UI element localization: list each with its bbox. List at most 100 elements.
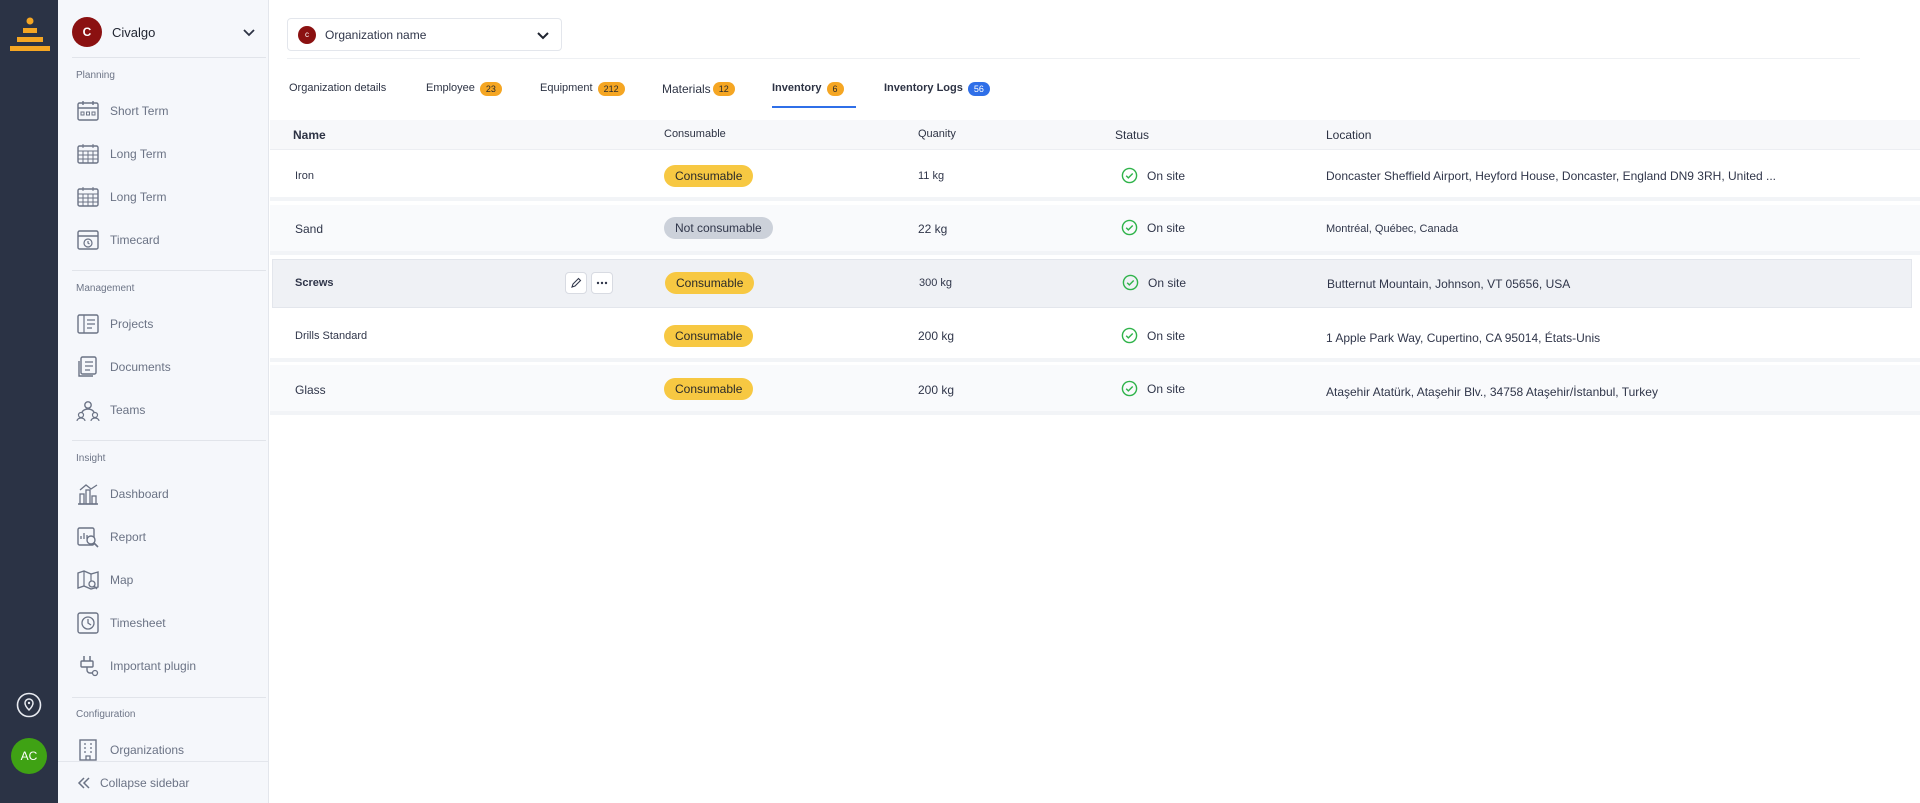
collapse-sidebar-label: Collapse sidebar — [100, 775, 190, 790]
table-row[interactable]: Glass Consumable 200 kg On site Ataşehir… — [270, 365, 1920, 415]
tab-materials[interactable]: Materials 12 — [662, 82, 735, 108]
sidebar-item-label: Report — [110, 530, 147, 544]
sidebar-divider — [72, 57, 266, 58]
sidebar-divider — [72, 697, 266, 698]
sidebar-item-label: Long Term — [110, 190, 167, 204]
tab-equipment[interactable]: Equipment 212 — [540, 82, 625, 108]
tab-employee[interactable]: Employee 23 — [426, 82, 502, 108]
sidebar-item-projects[interactable]: Projects — [76, 310, 256, 338]
row-quantity: 200 kg — [918, 329, 955, 343]
section-label-insight: Insight — [76, 453, 106, 464]
row-name: Glass — [295, 383, 326, 397]
section-label-management: Management — [76, 283, 135, 294]
tab-label: Inventory Logs — [884, 82, 963, 94]
user-avatar[interactable]: AC — [11, 738, 47, 774]
edit-button[interactable] — [565, 272, 587, 294]
organization-select[interactable]: c Organization name — [287, 18, 562, 51]
sidebar-divider — [72, 440, 266, 441]
section-label-planning: Planning — [76, 70, 115, 81]
sidebar-item-timesheet[interactable]: Timesheet — [76, 609, 256, 637]
column-header-location[interactable]: Location — [1326, 128, 1371, 142]
count-badge: 56 — [967, 82, 990, 96]
count-badge: 212 — [597, 82, 625, 96]
table-row[interactable]: Sand Not consumable 22 kg On site Montré… — [270, 205, 1920, 255]
table-row[interactable]: Screws Consumable 300 kg On site Buttern… — [272, 259, 1912, 308]
sidebar-item-teams[interactable]: Teams — [76, 396, 256, 424]
row-location: Butternut Mountain, Johnson, VT 05656, U… — [1327, 277, 1571, 291]
status-badge: On site — [1121, 219, 1185, 236]
tab-inventory[interactable]: Inventory 6 — [772, 82, 856, 108]
table-row[interactable]: Drills Standard Consumable 200 kg On sit… — [270, 312, 1920, 362]
sidebar-item-label: Documents — [110, 360, 171, 374]
sidebar-item-important-plugin[interactable]: Important plugin — [76, 652, 256, 680]
sidebar-item-documents[interactable]: Documents — [76, 353, 256, 381]
more-horizontal-icon — [596, 281, 608, 285]
column-header-consumable[interactable]: Consumable — [664, 128, 726, 140]
table-header: Name Consumable Quanity Status Location — [270, 120, 1920, 150]
column-header-name[interactable]: Name — [293, 128, 326, 142]
row-name: Sand — [295, 222, 324, 236]
org-select-avatar: c — [298, 25, 316, 44]
sidebar-item-long-term[interactable]: Long Term — [76, 140, 256, 168]
teams-icon — [76, 401, 100, 422]
dashboard-icon — [78, 484, 98, 505]
sidebar-item-label: Short Term — [110, 104, 169, 118]
app-logo-icon[interactable] — [10, 16, 50, 56]
status-badge: On site — [1121, 327, 1185, 344]
sidebar-divider — [72, 270, 266, 271]
tab-label: Equipment — [540, 82, 593, 94]
plugin-icon — [80, 656, 99, 677]
table-row[interactable]: Iron Consumable 11 kg On site Doncaster … — [270, 151, 1920, 201]
tab-inventory-logs[interactable]: Inventory Logs 56 — [884, 82, 990, 108]
status-badge: On site — [1122, 274, 1186, 291]
pencil-icon — [571, 277, 582, 288]
column-header-status[interactable]: Status — [1115, 128, 1149, 142]
sidebar-item-short-term[interactable]: Short Term — [76, 97, 256, 125]
help-location-icon[interactable] — [16, 692, 42, 718]
check-circle-icon — [1121, 219, 1138, 236]
chevron-down-icon[interactable] — [241, 24, 257, 40]
row-quantity: 200 kg — [918, 383, 955, 397]
check-circle-icon — [1121, 167, 1138, 184]
sidebar-item-label: Map — [110, 573, 134, 587]
sidebar-item-map[interactable]: Map — [76, 566, 256, 594]
column-header-quantity[interactable]: Quanity — [918, 128, 956, 140]
status-label: On site — [1148, 275, 1187, 290]
chevron-down-icon — [537, 31, 549, 39]
sidebar-item-report[interactable]: Report — [76, 523, 256, 551]
status-badge: On site — [1121, 380, 1185, 397]
row-location: Ataşehir Atatürk, Ataşehir Blv., 34758 A… — [1326, 385, 1658, 399]
sidebar-item-timecard[interactable]: Timecard — [76, 226, 256, 254]
sidebar: C Civalgo Planning Short Term Long Term … — [58, 0, 269, 803]
check-circle-icon — [1121, 327, 1138, 344]
sidebar-item-label: Timecard — [110, 233, 160, 247]
org-name: Civalgo — [112, 24, 156, 40]
row-quantity: 11 kg — [918, 170, 945, 182]
sidebar-item-long-term-2[interactable]: Long Term — [76, 183, 256, 211]
status-label: On site — [1147, 381, 1186, 396]
calendar-icon — [77, 101, 99, 121]
status-label: On site — [1147, 168, 1186, 183]
count-badge: 12 — [712, 82, 735, 96]
status-label: On site — [1147, 220, 1186, 235]
status-label: On site — [1147, 328, 1186, 343]
org-avatar: C — [72, 17, 102, 47]
report-icon — [77, 527, 99, 548]
sidebar-item-dashboard[interactable]: Dashboard — [76, 480, 256, 508]
sidebar-item-organizations[interactable]: Organizations — [76, 736, 256, 764]
consumable-badge: Consumable — [664, 325, 754, 347]
count-badge: 23 — [479, 82, 502, 96]
tab-label: Inventory — [772, 82, 822, 94]
tab-organization-details[interactable]: Organization details — [289, 82, 386, 108]
tab-label: Materials — [662, 82, 711, 96]
sidebar-item-label: Projects — [110, 317, 154, 331]
org-switcher[interactable]: C Civalgo — [72, 17, 257, 47]
organization-select-value: Organization name — [325, 27, 427, 42]
collapse-sidebar-button[interactable]: Collapse sidebar — [58, 761, 269, 803]
check-circle-icon — [1122, 274, 1139, 291]
consumable-badge: Not consumable — [664, 217, 773, 239]
more-options-button[interactable] — [591, 272, 613, 294]
consumable-badge: Consumable — [664, 165, 754, 187]
status-badge: On site — [1121, 167, 1185, 184]
row-name: Drills Standard — [295, 330, 368, 342]
